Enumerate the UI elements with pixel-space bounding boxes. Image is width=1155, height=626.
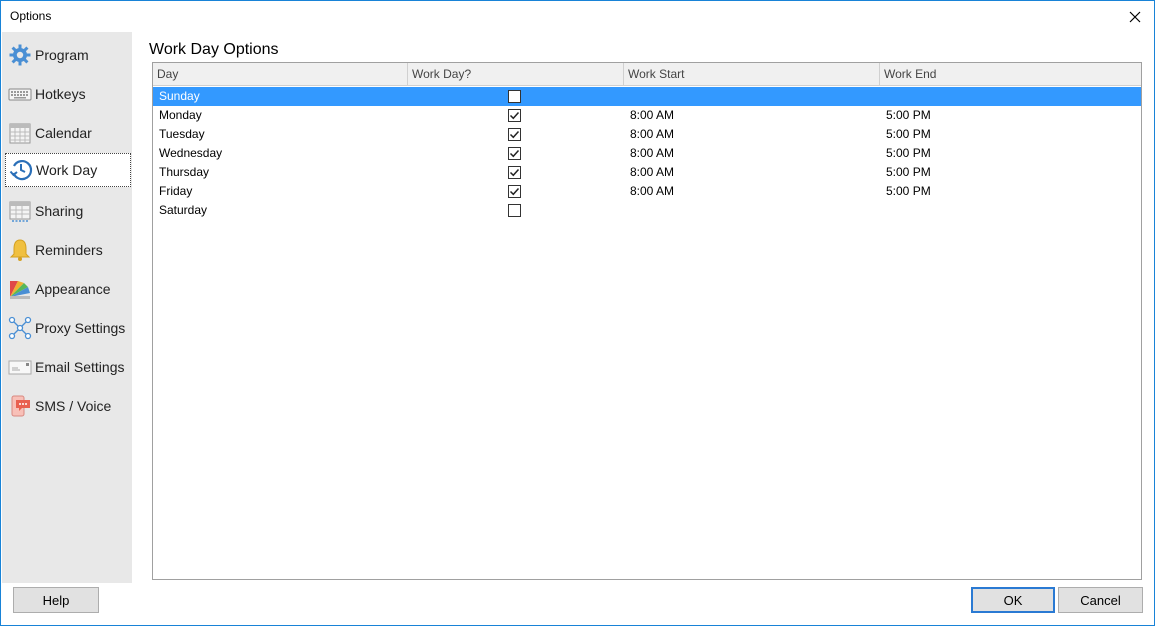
work-day-checkbox[interactable] [508, 147, 521, 160]
day-cell: Tuesday [159, 127, 205, 141]
sidebar-item-sms-voice[interactable]: SMS / Voice [5, 389, 131, 423]
sidebar-item-label: Work Day [36, 162, 98, 178]
ok-button[interactable]: OK [971, 587, 1055, 613]
day-cell: Sunday [159, 89, 200, 103]
work-start-cell[interactable]: 8:00 AM [630, 163, 674, 182]
sidebar-item-label: SMS / Voice [35, 398, 112, 414]
column-header-work-end[interactable]: Work End [880, 63, 1141, 86]
work-end-cell[interactable]: 5:00 PM [886, 144, 931, 163]
work-end-cell[interactable]: 5:00 PM [886, 125, 931, 144]
sidebar-item-calendar[interactable]: Calendar [5, 116, 131, 150]
work-day-table: Day Work Day? Work Start Work End Sunday… [152, 62, 1142, 580]
sms-icon [7, 393, 33, 419]
day-cell: Thursday [159, 165, 210, 179]
checkmark-icon [509, 130, 520, 139]
sidebar-item-email-settings[interactable]: Email Settings [5, 350, 131, 384]
sidebar-item-appearance[interactable]: Appearance [5, 272, 131, 306]
work-end-cell[interactable]: 5:00 PM [886, 106, 931, 125]
keyboard-icon [7, 81, 33, 107]
column-header-work-start[interactable]: Work Start [624, 63, 880, 86]
calendar-icon [7, 120, 33, 146]
sidebar: Program Hotkeys Calendar Work Day Sharin… [2, 32, 132, 583]
bell-icon [7, 237, 33, 263]
close-button[interactable] [1116, 1, 1154, 32]
column-header-day[interactable]: Day [153, 63, 408, 86]
sidebar-item-label: Calendar [35, 125, 92, 141]
day-cell: Saturday [159, 203, 208, 217]
work-day-checkbox[interactable] [508, 128, 521, 141]
table-row[interactable]: Sunday [153, 87, 1141, 106]
work-end-cell[interactable]: 5:00 PM [886, 182, 931, 201]
cancel-button[interactable]: Cancel [1058, 587, 1143, 613]
sharing-icon [7, 198, 33, 224]
table-row[interactable]: Monday 8:00 AM 5:00 PM [153, 106, 1141, 125]
table-row[interactable]: Tuesday 8:00 AM 5:00 PM [153, 125, 1141, 144]
table-row[interactable]: Wednesday 8:00 AM 5:00 PM [153, 144, 1141, 163]
checkmark-icon [509, 168, 520, 177]
sidebar-item-label: Hotkeys [35, 86, 86, 102]
window-title: Options [10, 9, 52, 23]
table-row[interactable]: Saturday [153, 201, 1141, 220]
sidebar-item-sharing[interactable]: Sharing [5, 194, 131, 228]
column-header-work-day[interactable]: Work Day? [408, 63, 624, 86]
work-day-checkbox[interactable] [508, 109, 521, 122]
sidebar-item-work-day[interactable]: Work Day [5, 153, 131, 187]
title-bar[interactable]: Options [1, 1, 1154, 32]
sidebar-item-label: Email Settings [35, 359, 125, 375]
sidebar-item-label: Program [35, 47, 89, 63]
work-start-cell[interactable]: 8:00 AM [630, 106, 674, 125]
sidebar-item-label: Reminders [35, 242, 103, 258]
sidebar-item-proxy-settings[interactable]: Proxy Settings [5, 311, 131, 345]
work-end-cell[interactable]: 5:00 PM [886, 163, 931, 182]
sidebar-item-reminders[interactable]: Reminders [5, 233, 131, 267]
close-icon [1129, 11, 1141, 22]
palette-icon [7, 276, 33, 302]
clock-icon [8, 157, 34, 183]
network-icon [7, 315, 33, 341]
sidebar-item-label: Proxy Settings [35, 320, 126, 336]
sidebar-item-hotkeys[interactable]: Hotkeys [5, 77, 131, 111]
checkmark-icon [509, 111, 520, 120]
options-window: Options Program Hotkeys Calendar Work Da… [0, 0, 1155, 626]
table-row[interactable]: Thursday 8:00 AM 5:00 PM [153, 163, 1141, 182]
work-day-checkbox[interactable] [508, 166, 521, 179]
sidebar-item-program[interactable]: Program [5, 38, 131, 72]
sidebar-item-label: Appearance [35, 281, 111, 297]
sidebar-item-label: Sharing [35, 203, 84, 219]
checkmark-icon [509, 187, 520, 196]
table-header: Day Work Day? Work Start Work End [153, 63, 1141, 86]
work-day-checkbox[interactable] [508, 204, 521, 217]
work-start-cell[interactable]: 8:00 AM [630, 125, 674, 144]
page-title: Work Day Options [149, 41, 279, 58]
work-start-cell[interactable]: 8:00 AM [630, 182, 674, 201]
table-row[interactable]: Friday 8:00 AM 5:00 PM [153, 182, 1141, 201]
checkmark-icon [509, 149, 520, 158]
gear-icon [7, 42, 33, 68]
help-button[interactable]: Help [13, 587, 99, 613]
work-start-cell[interactable]: 8:00 AM [630, 144, 674, 163]
work-day-checkbox[interactable] [508, 185, 521, 198]
day-cell: Monday [159, 108, 202, 122]
day-cell: Wednesday [159, 146, 223, 160]
envelope-icon [7, 354, 33, 380]
day-cell: Friday [159, 184, 193, 198]
work-day-checkbox[interactable] [508, 90, 521, 103]
